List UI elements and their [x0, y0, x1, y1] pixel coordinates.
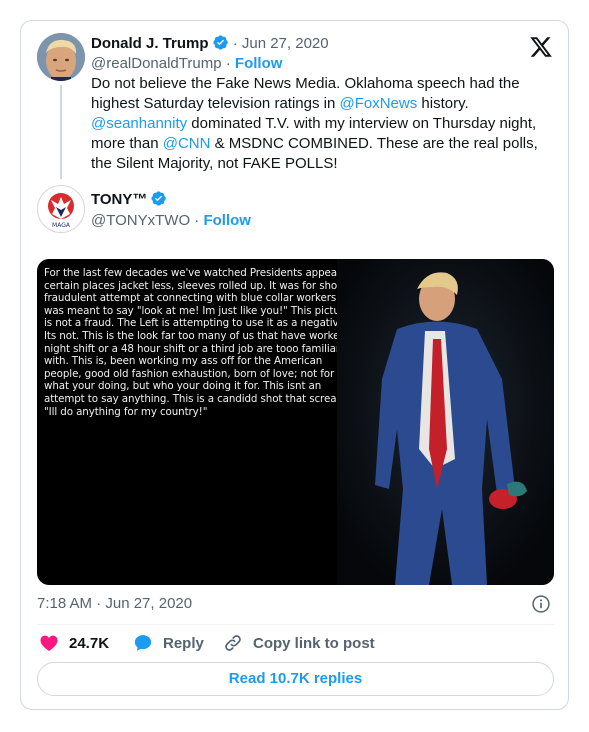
copy-link-label: Copy link to post [253, 634, 375, 652]
verified-badge-icon [212, 35, 228, 50]
x-logo-icon[interactable] [529, 35, 553, 59]
original-post-text: Do not believe the Fake News Media. Okla… [91, 74, 551, 174]
reply-header: TONY™ [91, 190, 167, 210]
reply-label: Reply [163, 634, 204, 652]
original-author-avatar[interactable] [37, 33, 85, 81]
like-count: 24.7K [69, 634, 110, 652]
reply-author-name[interactable]: TONY™ [91, 191, 147, 208]
post-media-image[interactable]: For the last few decades we've watched P… [37, 259, 554, 585]
embedded-post-card: Donald J. Trump · Jun 27, 2020 @realDona… [20, 20, 569, 710]
original-author-handle[interactable]: @realDonaldTrump [91, 55, 222, 72]
heart-icon [40, 635, 58, 651]
text-segment: history. [417, 95, 469, 112]
reply-button[interactable]: Reply [133, 633, 204, 653]
avatar-maga-text: MAGA [52, 222, 71, 229]
follow-reply-button[interactable]: Follow [203, 212, 251, 229]
image-caption-text: For the last few decades we've watched P… [44, 267, 358, 418]
original-handle-row: @realDonaldTrump · Follow [91, 54, 282, 74]
like-button[interactable]: 24.7K [39, 633, 109, 653]
reply-author-handle[interactable]: @TONYxTWO [91, 212, 190, 229]
original-author-name[interactable]: Donald J. Trump [91, 35, 209, 52]
mention-link[interactable]: @FoxNews [339, 95, 417, 112]
walking-man-photo [337, 259, 554, 585]
follow-original-button[interactable]: Follow [235, 55, 283, 72]
info-icon[interactable] [531, 594, 551, 614]
thread-connector-line [60, 85, 62, 179]
handle-separator: · [225, 55, 231, 72]
original-header: Donald J. Trump · Jun 27, 2020 [91, 34, 329, 54]
speech-bubble-icon [134, 635, 152, 651]
original-date[interactable]: Jun 27, 2020 [242, 35, 329, 52]
mention-link[interactable]: @CNN [163, 135, 211, 152]
mention-link[interactable]: @seanhannity [91, 115, 187, 132]
post-timestamp[interactable]: 7:18 AM · Jun 27, 2020 [37, 594, 192, 614]
header-separator: · [232, 35, 238, 52]
link-icon [225, 635, 241, 651]
action-divider [37, 624, 554, 625]
verified-badge-icon [151, 191, 167, 206]
handle-separator: · [194, 212, 200, 229]
reply-author-avatar[interactable]: MAGA [37, 185, 85, 233]
read-replies-button[interactable]: Read 10.7K replies [37, 662, 554, 696]
reply-handle-row: @TONYxTWO · Follow [91, 211, 251, 231]
copy-link-button[interactable]: Copy link to post [223, 633, 375, 653]
